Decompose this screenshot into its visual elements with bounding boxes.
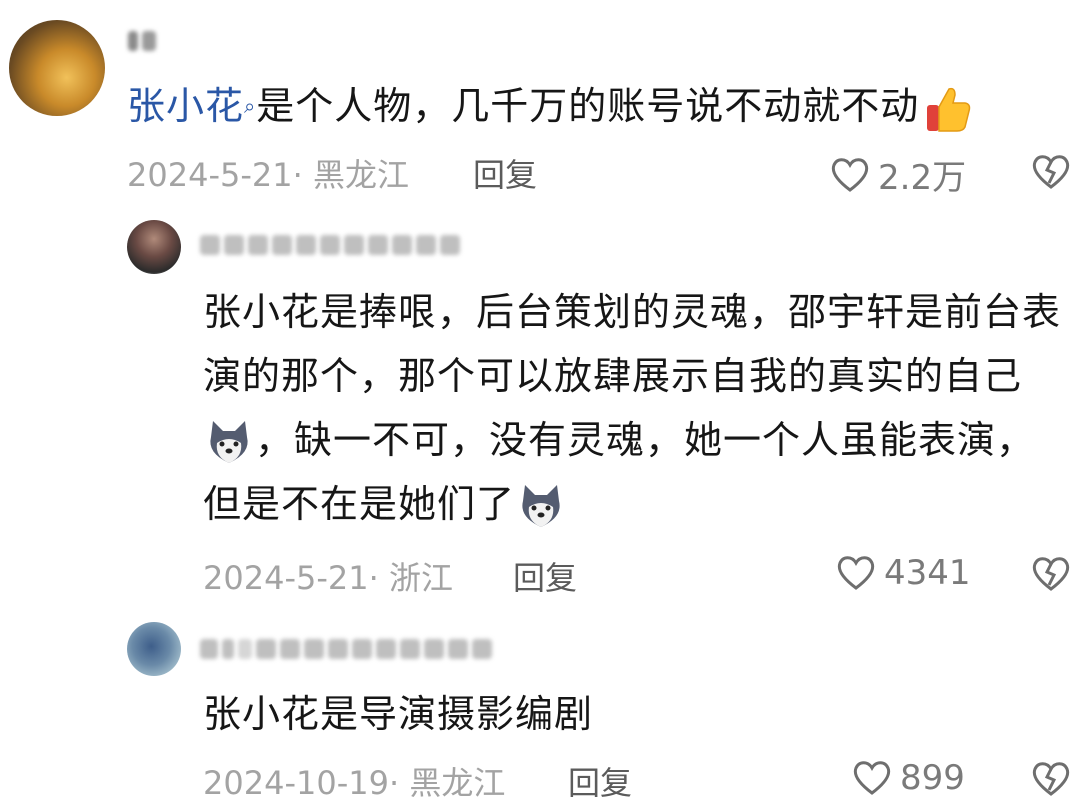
comment-meta: 2024-10-19· 黑龙江 — [203, 764, 506, 802]
avatar[interactable] — [127, 220, 181, 274]
avatar[interactable] — [127, 622, 181, 676]
broken-heart-icon[interactable] — [1030, 555, 1072, 593]
broken-heart-icon[interactable] — [1030, 153, 1072, 191]
mention-link[interactable]: 张小花 — [127, 84, 244, 128]
avatar[interactable] — [9, 20, 105, 116]
username-blurred[interactable] — [200, 638, 492, 660]
heart-icon — [837, 556, 875, 590]
comment-date: 2024-10-19 — [203, 764, 389, 802]
comment-location: 浙江 — [388, 559, 453, 597]
comment-line-row: 但是不在是她们了 — [203, 472, 1073, 536]
comment-meta: 2024-5-21· 浙江 — [203, 559, 453, 597]
username-blurred[interactable] — [128, 30, 156, 52]
comment-2: 张小花是捧哏，后台策划的灵魂，邵宇轩是前台表 演的那个，那个可以放肆展示自我的真… — [0, 200, 1080, 610]
like-button[interactable]: 2.2万 — [830, 150, 966, 199]
comment-meta: 2024-5-21· 黑龙江 — [127, 156, 409, 194]
comment-3: 张小花是导演摄影编剧 2024-10-19· 黑龙江 回复 899 — [0, 610, 1080, 803]
comment-location: 黑龙江 — [312, 156, 409, 194]
reply-button[interactable]: 回复 — [473, 150, 537, 196]
comment-text: 张小花是导演摄影编剧 — [203, 692, 594, 736]
search-icon: ⌕ — [244, 94, 257, 118]
comment-date: 2024-5-21 — [203, 559, 369, 597]
comment-text: 张小花⌕是个人物，几千万的账号说不动就不动 — [127, 74, 973, 138]
comment-text: 张小花是捧哏，后台策划的灵魂，邵宇轩是前台表 演的那个，那个可以放肆展示自我的真… — [203, 280, 1073, 536]
reply-button[interactable]: 回复 — [513, 553, 577, 599]
comment-location: 黑龙江 — [409, 764, 506, 802]
comment-line-row: ，缺一不可，没有灵魂，她一个人虽能表演， — [203, 408, 1073, 472]
heart-icon — [853, 761, 891, 795]
comment-line: 演的那个，那个可以放肆展示自我的真实的自己 — [203, 354, 1023, 398]
reply-button[interactable]: 回复 — [568, 758, 632, 804]
like-count: 4341 — [884, 553, 971, 593]
husky-emoji-icon — [522, 484, 560, 527]
comment-date: 2024-5-21 — [127, 156, 293, 194]
like-count: 2.2万 — [878, 158, 967, 198]
like-button[interactable]: 899 — [852, 758, 965, 798]
broken-heart-icon[interactable] — [1030, 760, 1072, 798]
like-count: 899 — [900, 758, 965, 798]
comment-1: 张小花⌕是个人物，几千万的账号说不动就不动 2024-5-21· 黑龙江 回复 … — [0, 0, 1080, 200]
username-blurred[interactable] — [200, 234, 460, 256]
comment-line: 张小花是捧哏，后台策划的灵魂，邵宇轩是前台表 — [203, 290, 1062, 334]
husky-emoji-icon — [210, 420, 248, 463]
heart-icon — [831, 157, 869, 192]
thumbs-up-icon — [927, 87, 971, 132]
like-button[interactable]: 4341 — [836, 553, 971, 593]
